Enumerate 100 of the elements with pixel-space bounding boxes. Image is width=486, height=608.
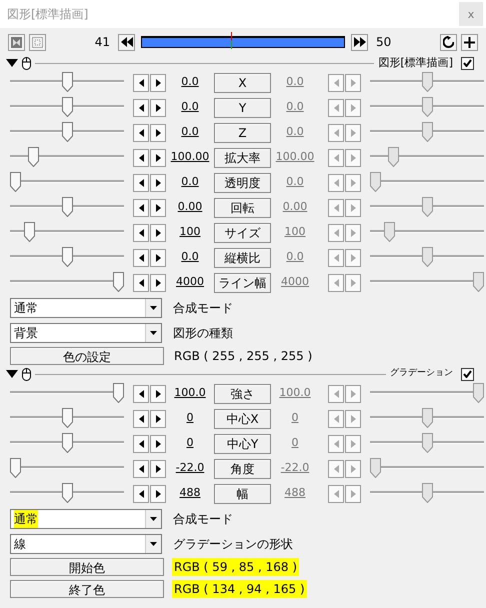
parameter-button[interactable]: Y	[214, 98, 271, 118]
value-text[interactable]: 0.0	[166, 74, 214, 91]
value-text[interactable]: 488	[166, 485, 214, 502]
increment-button[interactable]	[150, 98, 166, 116]
decrement-button[interactable]	[133, 274, 149, 292]
slider-track[interactable]	[10, 432, 124, 454]
decrement-button[interactable]	[133, 198, 149, 216]
value-text[interactable]: 0	[166, 410, 214, 427]
slider-track[interactable]	[10, 482, 124, 504]
slider-track[interactable]	[10, 72, 124, 94]
slider-track[interactable]	[10, 246, 124, 268]
parameter-button[interactable]: 縦横比	[214, 248, 271, 268]
slider-thumb[interactable]	[62, 408, 72, 428]
expand-triangle-icon[interactable]	[6, 59, 18, 67]
expand-triangle-icon[interactable]	[6, 370, 18, 378]
parameter-button[interactable]: 拡大率	[214, 148, 271, 168]
add-button[interactable]	[461, 34, 478, 50]
slider-thumb[interactable]	[24, 222, 36, 242]
decrement-button[interactable]	[133, 410, 149, 428]
decrement-button[interactable]	[133, 248, 149, 266]
increment-button[interactable]	[150, 198, 166, 216]
decrement-button[interactable]	[133, 484, 149, 502]
slider-track[interactable]	[10, 122, 124, 144]
color-button[interactable]: 終了色	[10, 580, 164, 598]
value-text[interactable]: -22.0	[166, 460, 214, 477]
color-button[interactable]: 色の設定	[10, 347, 164, 365]
timeline-cursor[interactable]	[230, 32, 232, 49]
increment-button[interactable]	[150, 434, 166, 452]
slider-thumb[interactable]	[62, 246, 72, 266]
slider-thumb[interactable]	[62, 482, 72, 502]
value-text[interactable]: 0.0	[166, 249, 214, 266]
increment-button[interactable]	[150, 484, 166, 502]
slider-track[interactable]	[10, 272, 124, 294]
slider-track[interactable]	[10, 458, 124, 480]
slider-thumb[interactable]	[113, 272, 124, 292]
decrement-button[interactable]	[133, 384, 149, 402]
slider-thumb[interactable]	[62, 432, 72, 452]
slider-track[interactable]	[10, 146, 124, 168]
slider-thumb[interactable]	[28, 146, 38, 166]
parameter-button[interactable]: X	[214, 72, 271, 92]
dropdown[interactable]: 通常	[10, 298, 162, 318]
increment-button[interactable]	[150, 124, 166, 142]
slider-thumb[interactable]	[62, 196, 72, 216]
checkbox[interactable]	[461, 368, 474, 380]
parameter-button[interactable]: サイズ	[214, 222, 271, 242]
increment-button[interactable]	[150, 224, 166, 242]
decrement-button[interactable]	[133, 98, 149, 116]
slider-thumb[interactable]	[62, 122, 72, 142]
increment-button[interactable]	[150, 148, 166, 166]
toolbar-button[interactable]	[440, 34, 457, 50]
value-text[interactable]: 100.00	[166, 149, 214, 166]
parameter-button[interactable]: 回転	[214, 198, 271, 218]
value-text[interactable]: 0.00	[166, 199, 214, 216]
increment-button[interactable]	[150, 460, 166, 478]
color-button[interactable]: 開始色	[10, 558, 164, 576]
slider-thumb[interactable]	[10, 172, 21, 192]
decrement-button[interactable]	[133, 434, 149, 452]
decrement-button[interactable]	[133, 224, 149, 242]
parameter-button[interactable]: 透明度	[214, 172, 271, 192]
increment-button[interactable]	[150, 384, 166, 402]
increment-button[interactable]	[150, 174, 166, 192]
decrement-button[interactable]	[133, 460, 149, 478]
slider-track[interactable]	[10, 222, 124, 244]
increment-button[interactable]	[150, 410, 166, 428]
decrement-button[interactable]	[133, 174, 149, 192]
parameter-button[interactable]: Z	[214, 122, 271, 142]
close-button[interactable]: x	[459, 2, 483, 26]
dropdown[interactable]: 線	[10, 534, 162, 554]
value-text[interactable]: 0.0	[166, 174, 214, 191]
value-text[interactable]: 0.0	[166, 124, 214, 141]
decrement-button[interactable]	[133, 124, 149, 142]
fast-forward-button[interactable]	[351, 34, 368, 50]
increment-button[interactable]	[150, 248, 166, 266]
decrement-button[interactable]	[133, 74, 149, 92]
checkbox[interactable]	[461, 56, 474, 70]
parameter-button[interactable]: 中心X	[214, 408, 271, 428]
value-text[interactable]: 100.0	[166, 385, 214, 402]
slider-track[interactable]	[10, 382, 124, 404]
dropdown[interactable]: 背景	[10, 322, 162, 342]
dropdown[interactable]: 通常	[10, 508, 162, 528]
slider-track[interactable]	[10, 196, 124, 218]
rewind-button[interactable]	[118, 34, 135, 50]
slider-track[interactable]	[10, 408, 124, 430]
increment-button[interactable]	[150, 74, 166, 92]
value-text[interactable]: 4000	[166, 274, 214, 291]
parameter-button[interactable]: ライン幅	[214, 272, 271, 292]
value-text[interactable]: 0.0	[166, 99, 214, 116]
slider-thumb[interactable]	[10, 458, 21, 478]
parameter-button[interactable]: 角度	[214, 458, 271, 478]
parameter-button[interactable]: 中心Y	[214, 434, 271, 454]
value-text[interactable]: 100	[166, 224, 214, 241]
parameter-button[interactable]: 強さ	[214, 384, 271, 404]
slider-track[interactable]	[10, 96, 124, 118]
decrement-button[interactable]	[133, 148, 149, 166]
increment-button[interactable]	[150, 274, 166, 292]
parameter-button[interactable]: 幅	[214, 484, 271, 504]
slider-track[interactable]	[10, 172, 124, 194]
slider-thumb[interactable]	[113, 382, 124, 402]
value-text[interactable]: 0	[166, 435, 214, 452]
slider-thumb[interactable]	[62, 72, 72, 92]
